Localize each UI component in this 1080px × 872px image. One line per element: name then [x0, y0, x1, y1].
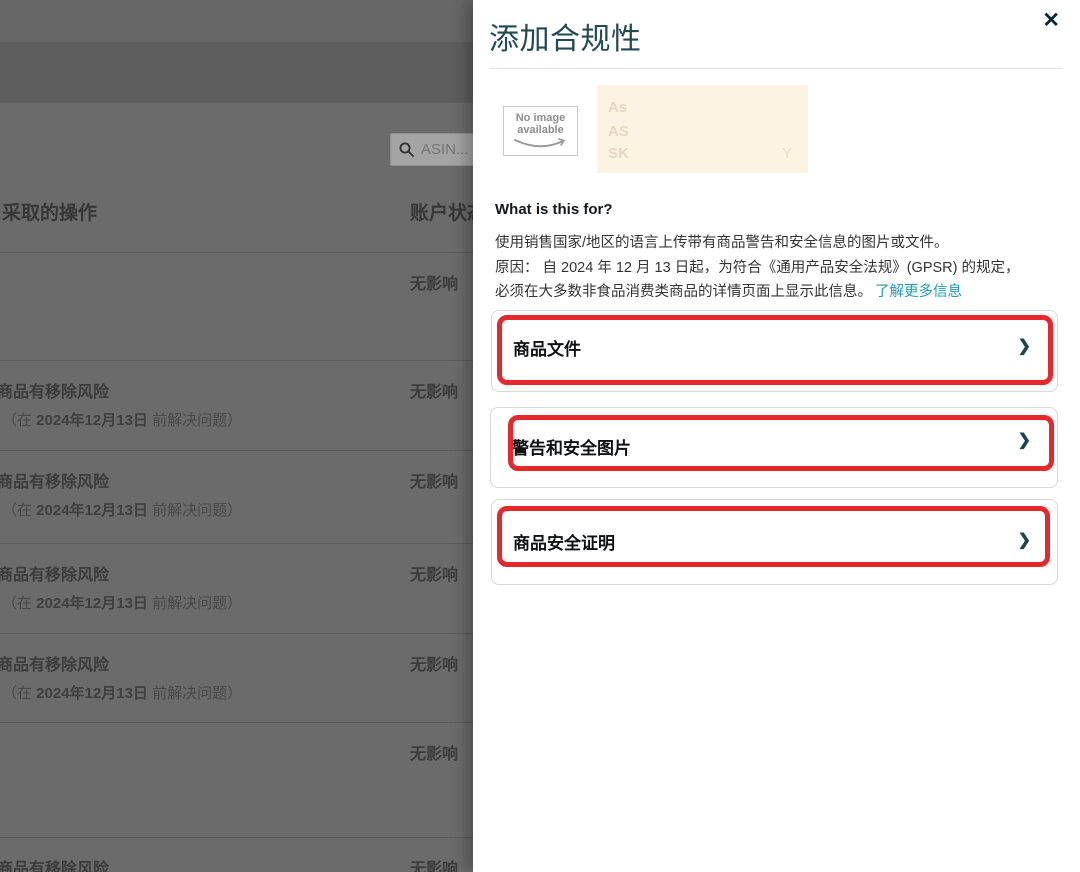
- row-deadline-text: （在 2024年12月13日 前解决问题）: [2, 595, 243, 612]
- description-line1: 使用销售国家/地区的语言上传带有商品警告和安全信息的图片或文件。: [495, 235, 949, 251]
- close-icon[interactable]: ✕: [1038, 6, 1064, 35]
- asin-search-box[interactable]: [390, 133, 473, 166]
- redacted-right-char: Y: [781, 145, 792, 162]
- chevron-right-icon: ❯: [1017, 532, 1031, 549]
- redacted-asin-line: AS: [608, 123, 629, 140]
- what-is-this-for-heading: What is this for?: [495, 201, 613, 218]
- compliance-description: 使用销售国家/地区的语言上传带有商品警告和安全信息的图片或文件。 原因： 自 2…: [495, 231, 1050, 305]
- screen: 采取的操作 账户状态 无影响商品有移除风险（在 2024年12月13日 前解决问…: [0, 0, 1080, 872]
- table-rows: 无影响 商品有移除风险 （在 2024年12月13日 前解决问题） 无影响 商品有移除风…: [0, 252, 473, 872]
- section-label: 商品文件: [513, 340, 581, 359]
- section-label: 警告和安全图片: [512, 439, 631, 458]
- redacted-asin-line: As: [608, 99, 628, 116]
- table-row: 商品有移除风险 （在 2024年12月13日 前解决问题） 无影响: [0, 544, 473, 634]
- section-label: 商品安全证明: [513, 534, 615, 553]
- table-row: 商品有移除风险 无影响: [0, 838, 473, 872]
- table-header: 采取的操作 账户状态: [0, 196, 473, 252]
- row-status-no-impact: 无影响: [410, 384, 459, 401]
- table-row: 商品有移除风险 （在 2024年12月13日 前解决问题） 无影响: [0, 451, 473, 544]
- learn-more-link[interactable]: 了解更多信息: [875, 284, 962, 300]
- row-action-text: 商品有移除风险: [0, 567, 110, 584]
- chevron-right-icon: ❯: [1017, 432, 1031, 449]
- row-status-no-impact: 无影响: [410, 567, 459, 584]
- description-line2: 原因： 自 2024 年 12 月 13 日起，为符合《通用产品安全法规》(GP…: [495, 259, 1020, 276]
- search-input[interactable]: [421, 141, 473, 158]
- row-status-no-impact: 无影响: [410, 746, 459, 763]
- row-status-no-impact: 无影响: [410, 861, 459, 872]
- row-deadline-text: （在 2024年12月13日 前解决问题）: [2, 412, 243, 429]
- drawer-title: 添加合规性: [489, 23, 642, 56]
- description-line3: 必须在大多数非食品消费类商品的详情页面上显示此信息。 了解更多信息: [495, 280, 1050, 305]
- amazon-smile-icon: [513, 138, 565, 148]
- table-row: 无影响: [0, 723, 473, 838]
- redacted-sku-line: SK: [608, 145, 629, 162]
- row-action-text: 商品有移除风险: [0, 474, 110, 491]
- toolbar-band: [0, 42, 473, 103]
- row-deadline-text: （在 2024年12月13日 前解决问题）: [2, 502, 243, 519]
- description-line3-text: 必须在大多数非食品消费类商品的详情页面上显示此信息。: [495, 284, 872, 300]
- row-status-no-impact: 无影响: [410, 474, 459, 491]
- column-header-action: 采取的操作: [2, 203, 98, 224]
- redacted-product-info: As AS SK Y: [597, 85, 808, 173]
- title-divider: [490, 68, 1062, 69]
- search-icon: [399, 142, 414, 157]
- row-action-text: 商品有移除风险: [0, 657, 110, 674]
- background-page: 采取的操作 账户状态 无影响商品有移除风险（在 2024年12月13日 前解决问…: [0, 0, 473, 872]
- row-deadline-text: （在 2024年12月13日 前解决问题）: [2, 685, 243, 702]
- row-action-text: 商品有移除风险: [0, 861, 110, 872]
- table-row: 商品有移除风险 （在 2024年12月13日 前解决问题） 无影响: [0, 361, 473, 451]
- section-product-safety-certification[interactable]: 商品安全证明 ❯: [491, 499, 1058, 585]
- row-status-no-impact: 无影响: [410, 657, 459, 674]
- row-status-no-impact: 无影响: [410, 276, 459, 293]
- column-header-account-status: 账户状态: [410, 203, 473, 224]
- table-row: 商品有移除风险 （在 2024年12月13日 前解决问题） 无影响: [0, 634, 473, 723]
- add-compliance-drawer: 添加合规性 ✕ No image available As AS SK Y Wh…: [473, 0, 1080, 872]
- row-action-text: 商品有移除风险: [0, 384, 110, 401]
- table-row: 无影响: [0, 253, 473, 361]
- no-image-text-line1: No image: [515, 112, 566, 124]
- section-warning-safety-images[interactable]: 警告和安全图片 ❯: [490, 407, 1058, 488]
- section-product-documents[interactable]: 商品文件 ❯: [491, 310, 1058, 392]
- chevron-right-icon: ❯: [1017, 338, 1031, 355]
- no-image-text-line2: available: [517, 124, 564, 136]
- top-nav-bar: [0, 0, 473, 42]
- no-image-thumbnail: No image available: [503, 106, 578, 156]
